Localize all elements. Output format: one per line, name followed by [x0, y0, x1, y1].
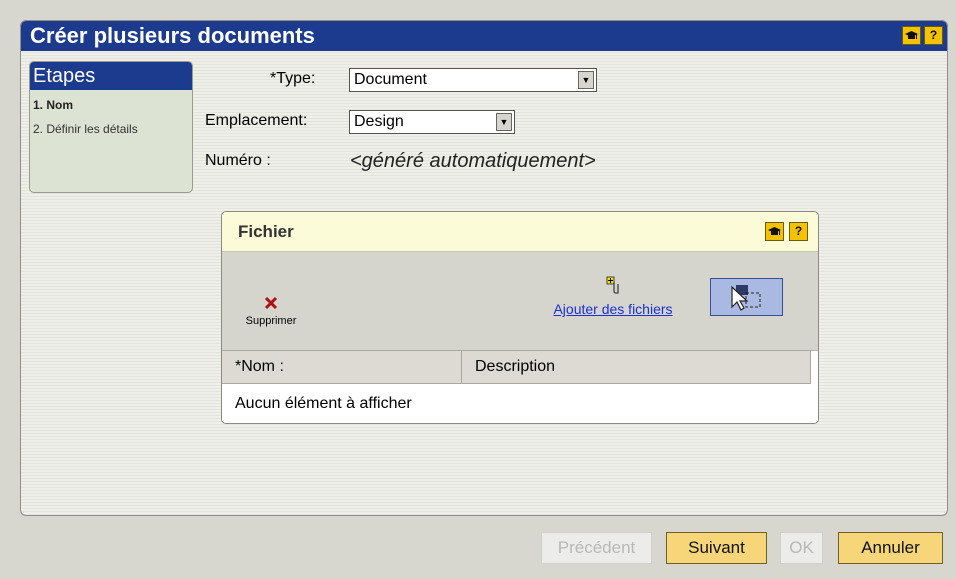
question-icon[interactable]: ? — [924, 26, 943, 45]
files-panel: Fichier ? Supprimer Ajouter des fichiers… — [221, 211, 819, 424]
dialog-title-bar: Créer plusieurs documents ? — [21, 21, 947, 51]
steps-panel: Etapes 1. Nom 2. Définir les détails — [29, 61, 193, 193]
number-value: <généré automatiquement> — [350, 150, 596, 172]
files-panel-title: Fichier — [238, 222, 294, 241]
steps-title: Etapes — [30, 62, 192, 90]
step-1[interactable]: 1. Nom — [30, 98, 192, 112]
number-label: Numéro : — [205, 152, 271, 169]
delete-x-icon — [264, 296, 278, 310]
delete-button[interactable]: Supprimer — [236, 296, 306, 327]
step-2[interactable]: 2. Définir les détails — [30, 122, 192, 136]
previous-button[interactable]: Précédent — [541, 532, 652, 564]
dialog-title: Créer plusieurs documents — [30, 23, 315, 48]
location-select-value: Design — [354, 113, 404, 130]
delete-label: Supprimer — [245, 315, 297, 327]
type-select[interactable]: Document ▼ — [349, 68, 597, 92]
files-toolbar: Supprimer Ajouter des fichiers — [222, 252, 818, 351]
ok-button[interactable]: OK — [780, 532, 823, 564]
column-header-description[interactable]: Description — [462, 350, 811, 384]
type-label: *Type: — [270, 70, 316, 87]
column-header-name[interactable]: *Nom : — [222, 350, 462, 384]
add-files-group[interactable]: Ajouter des fichiers — [528, 276, 698, 317]
add-files-link[interactable]: Ajouter des fichiers — [528, 301, 698, 317]
add-file-icon — [606, 276, 619, 294]
chevron-down-icon[interactable]: ▼ — [578, 71, 594, 89]
location-label: Emplacement: — [205, 112, 308, 129]
question-icon[interactable]: ? — [789, 222, 808, 241]
mortarboard-icon[interactable] — [765, 222, 784, 241]
location-select[interactable]: Design ▼ — [349, 110, 515, 134]
mortarboard-icon[interactable] — [902, 26, 921, 45]
cancel-button[interactable]: Annuler — [838, 532, 943, 564]
next-button[interactable]: Suivant — [666, 532, 767, 564]
chevron-down-icon[interactable]: ▼ — [496, 113, 512, 131]
type-select-value: Document — [354, 71, 427, 88]
drag-drop-button[interactable] — [710, 278, 783, 316]
empty-message: Aucun élément à afficher — [222, 386, 818, 422]
drag-drop-icon — [731, 285, 761, 311]
files-panel-header: Fichier ? — [222, 212, 818, 252]
